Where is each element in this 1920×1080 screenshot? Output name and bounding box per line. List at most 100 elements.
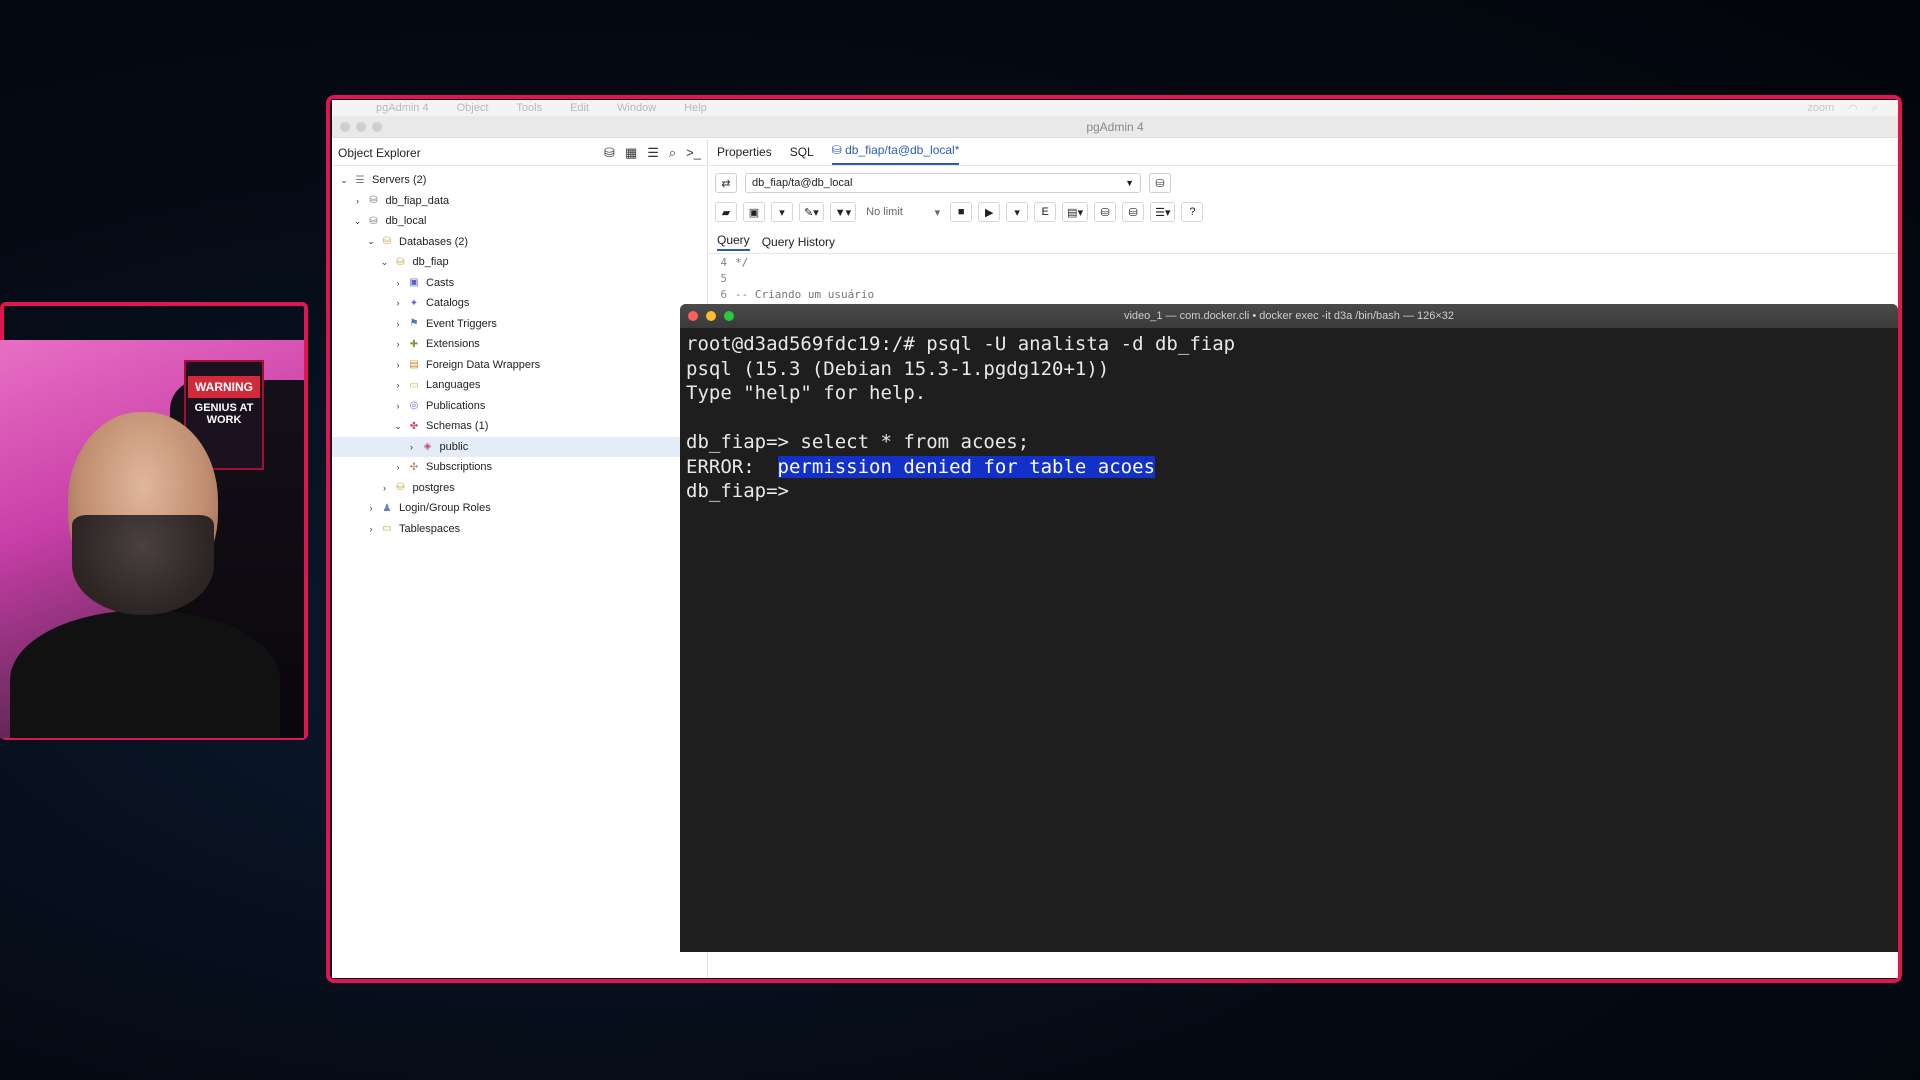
commit-icon[interactable]: ⛁ <box>1094 202 1117 222</box>
search-icon[interactable]: ⌕ <box>1872 102 1878 115</box>
chevron-down-icon[interactable]: ⌄ <box>365 236 377 247</box>
chevron-down-icon: ▾ <box>934 206 941 219</box>
table-view-icon[interactable]: ▦ <box>625 145 637 161</box>
chevron-down-icon[interactable]: ⌄ <box>352 216 364 227</box>
chevron-right-icon[interactable]: › <box>379 483 391 493</box>
save-file-icon[interactable]: ▣ <box>743 202 765 222</box>
connection-select[interactable]: db_fiap/ta@db_local ▼ <box>745 173 1141 193</box>
chevron-right-icon[interactable]: › <box>392 339 404 349</box>
line-number: 4 <box>720 255 727 269</box>
menu-tools[interactable]: Tools <box>516 102 542 114</box>
servers-icon: ☰ <box>355 174 365 186</box>
close-icon[interactable] <box>688 311 698 321</box>
tree-node-label: Subscriptions <box>426 461 493 474</box>
explain-icon[interactable]: E <box>1034 202 1057 222</box>
tree-node-databases-2[interactable]: ⌄ ⛁ Databases (2) <box>332 232 707 253</box>
chevron-right-icon[interactable]: › <box>392 319 404 329</box>
connection-status-icon[interactable]: ⇄ <box>715 173 737 193</box>
tree-node-login-group-roles[interactable]: › ♟ Login/Group Roles <box>332 498 707 519</box>
minimize-icon[interactable] <box>706 311 716 321</box>
save-options-chevron-icon[interactable]: ▾ <box>771 202 793 222</box>
macros-icon[interactable]: ☰▾ <box>1150 202 1176 222</box>
tree-node-languages[interactable]: › ▭ Languages <box>332 375 707 396</box>
edit-icon[interactable]: ✎▾ <box>799 202 824 222</box>
open-file-icon[interactable]: ▰ <box>715 202 737 222</box>
chevron-down-icon[interactable]: ⌄ <box>392 421 404 432</box>
zoom-status[interactable]: zoom <box>1807 102 1834 115</box>
server-icon: ⛁ <box>369 215 378 227</box>
connection-row: ⇄ db_fiap/ta@db_local ▼ ⛁ <box>709 170 1898 196</box>
chevron-right-icon[interactable]: › <box>352 196 364 206</box>
chevron-right-icon[interactable]: › <box>406 442 418 452</box>
chevron-down-icon[interactable]: ⌄ <box>379 257 391 268</box>
line-text: -- Criando um usuário <box>735 287 875 301</box>
maximize-icon[interactable] <box>724 311 734 321</box>
database-icon: ⛁ <box>396 482 405 494</box>
tree-node-catalogs[interactable]: › ✦ Catalogs <box>332 293 707 314</box>
tree-node-db-fiap-data[interactable]: › ⛁ db_fiap_data <box>332 191 707 212</box>
tree-node-extensions[interactable]: › ✚ Extensions <box>332 334 707 355</box>
sql-editor[interactable]: 4 */ 5 6 -- Criando um usuário <box>709 254 1898 302</box>
tree-node-db-fiap[interactable]: ⌄ ⛁ db_fiap <box>332 252 707 273</box>
execute-options-chevron-icon[interactable]: ▾ <box>1006 202 1029 222</box>
help-icon[interactable]: ? <box>1181 202 1204 222</box>
psql-tool-icon[interactable]: >_ <box>686 145 701 161</box>
chevron-right-icon[interactable]: › <box>392 401 404 411</box>
tab-query[interactable]: Query <box>717 233 750 251</box>
tab-properties[interactable]: Properties <box>717 145 772 165</box>
error-message-selected: permission denied for table acoes <box>777 455 1156 478</box>
new-connection-icon[interactable]: ⛁ <box>1149 173 1171 193</box>
tab-sql[interactable]: SQL <box>790 145 814 165</box>
poster-text: GENIUS AT WORK <box>194 402 254 426</box>
terminal-title: video_1 — com.docker.cli • docker exec -… <box>1123 310 1455 322</box>
poster-warning: WARNING <box>188 376 260 398</box>
execute-icon[interactable]: ▶ <box>978 202 1001 222</box>
chevron-right-icon[interactable]: › <box>392 360 404 370</box>
maximize-icon[interactable] <box>372 122 382 132</box>
tree-node-postgres[interactable]: › ⛁ postgres <box>332 478 707 499</box>
tab-query-history[interactable]: Query History <box>762 235 835 249</box>
filter-icon[interactable]: ▼▾ <box>829 202 857 222</box>
menu-app-name[interactable]: pgAdmin 4 <box>376 102 429 114</box>
close-icon[interactable] <box>340 122 350 132</box>
tree-node-schemas-1[interactable]: ⌄ ✤ Schemas (1) <box>332 416 707 437</box>
tree-node-public[interactable]: › ◈ public <box>332 436 707 457</box>
chevron-right-icon[interactable]: › <box>365 524 377 534</box>
tree-node-tablespaces[interactable]: › ▭ Tablespaces <box>332 519 707 540</box>
tab-query-tool[interactable]: ⛁ db_fiap/ta@db_local* <box>831 143 960 165</box>
menu-window[interactable]: Window <box>617 102 656 114</box>
line-text: */ <box>735 255 749 269</box>
wifi-icon[interactable]: ◠ <box>1848 102 1858 115</box>
chevron-right-icon[interactable]: › <box>392 380 404 390</box>
chevron-right-icon[interactable]: › <box>392 298 404 308</box>
tree-node-casts[interactable]: › ▣ Casts <box>332 273 707 294</box>
database-tool-icon[interactable]: ⛁ <box>604 145 615 161</box>
terminal-window[interactable]: video_1 — com.docker.cli • docker exec -… <box>680 304 1898 952</box>
error-prefix: ERROR: <box>686 455 778 478</box>
fdw-icon: ▤ <box>409 359 419 371</box>
chevron-right-icon[interactable]: › <box>365 503 377 513</box>
tree-node-subscriptions[interactable]: › ✣ Subscriptions <box>332 457 707 478</box>
terminal-output[interactable]: root@d3ad569fdc19:/# psql -U analista -d… <box>680 328 1898 508</box>
rollback-icon[interactable]: ⛁ <box>1122 202 1145 222</box>
row-limit-select[interactable]: No limit ▾ <box>862 202 944 222</box>
tree-node-label: db_fiap <box>412 256 449 269</box>
search-icon[interactable]: ⌕ <box>669 145 676 161</box>
menu-object[interactable]: Object <box>457 102 489 114</box>
editor-line: 6 -- Criando um usuário <box>709 286 1898 302</box>
tree-node-publications[interactable]: › ◎ Publications <box>332 396 707 417</box>
tree-node-foreign-data-wrappers[interactable]: › ▤ Foreign Data Wrappers <box>332 355 707 376</box>
explain-analyze-icon[interactable]: ▤▾ <box>1062 202 1089 222</box>
chevron-down-icon[interactable]: ⌄ <box>338 175 350 186</box>
menu-help[interactable]: Help <box>684 102 707 114</box>
query-subtabs: Query Query History <box>709 230 1898 254</box>
stop-icon[interactable]: ■ <box>950 202 973 222</box>
filter-rows-icon[interactable]: ☰ <box>647 145 659 161</box>
tree-node-servers-2[interactable]: ⌄ ☰ Servers (2) <box>332 170 707 191</box>
chevron-right-icon[interactable]: › <box>392 462 404 472</box>
tree-node-event-triggers[interactable]: › ⚑ Event Triggers <box>332 314 707 335</box>
chevron-right-icon[interactable]: › <box>392 278 404 288</box>
menu-edit[interactable]: Edit <box>570 102 589 114</box>
minimize-icon[interactable] <box>356 122 366 132</box>
tree-node-db-local[interactable]: ⌄ ⛁ db_local <box>332 211 707 232</box>
